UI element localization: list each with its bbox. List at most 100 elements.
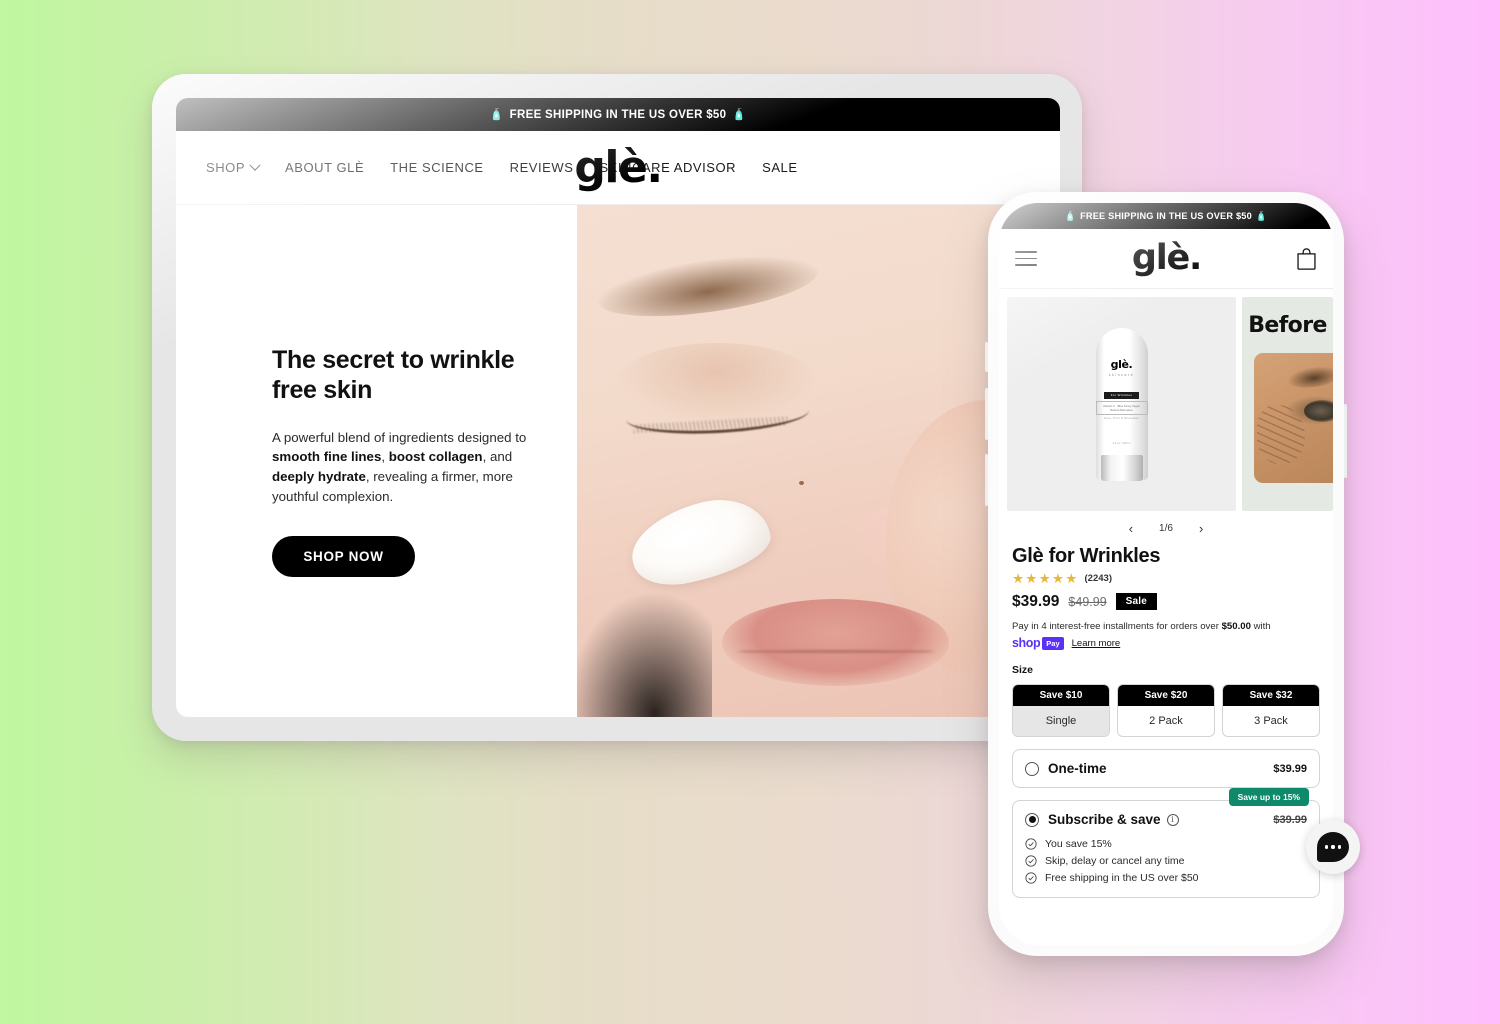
tablet-screen: 🧴 FREE SHIPPING IN THE US OVER $50 🧴 SHO… xyxy=(176,98,1060,717)
size-option-3pack[interactable]: Save $32 3 Pack xyxy=(1222,684,1320,738)
tablet-announcement-bar: 🧴 FREE SHIPPING IN THE US OVER $50 🧴 xyxy=(176,98,1060,131)
hair xyxy=(577,594,713,717)
chat-widget-button[interactable] xyxy=(1306,820,1360,874)
size-option-label: 2 Pack xyxy=(1149,715,1183,728)
purchase-option-onetime[interactable]: One-time $39.99 xyxy=(1012,749,1320,789)
size-save-badge: Save $20 xyxy=(1118,685,1214,707)
tablet-nav-links: SHOP ABOUT GLÈ THE SCIENCE REVIEWS SKINC… xyxy=(206,159,798,175)
nav-item-science[interactable]: THE SCIENCE xyxy=(390,160,483,175)
hero-body-part: A powerful blend of ingredients designed… xyxy=(272,429,527,445)
lips xyxy=(722,599,949,687)
eye xyxy=(1304,399,1333,422)
nav-item-reviews[interactable]: REVIEWS xyxy=(510,160,574,175)
wrinkles xyxy=(1256,405,1306,464)
hero-body-part: , and xyxy=(482,449,513,465)
tablet-navbar: SHOP ABOUT GLÈ THE SCIENCE REVIEWS SKINC… xyxy=(176,131,1060,205)
size-save-badge: Save $32 xyxy=(1223,685,1319,707)
phone-volume-up-button xyxy=(985,388,988,440)
shopping-bag-icon[interactable] xyxy=(1296,247,1317,270)
star-rating-icon: ★★★★★ xyxy=(1012,571,1079,586)
size-save-badge: Save $10 xyxy=(1013,685,1109,707)
tube-subtitle: skincare xyxy=(1108,373,1135,377)
perk-item: Free shipping in the US over $50 xyxy=(1025,869,1307,886)
hero-body-bold: boost collagen xyxy=(388,449,483,465)
tube-ingredients: Vitamin C · Blue Tansy Vegan Retinol Alt… xyxy=(1095,400,1148,416)
info-icon[interactable]: i xyxy=(1166,813,1179,826)
nav-item-shop[interactable]: SHOP xyxy=(206,159,261,175)
tube-cap xyxy=(1100,455,1143,481)
installments-text: Pay in 4 interest-free installments for … xyxy=(1012,620,1320,634)
hamburger-menu-icon[interactable] xyxy=(1015,246,1037,271)
product-gallery: glè. skincare For Wrinkles Vitamin C · B… xyxy=(999,289,1333,511)
nav-item-about[interactable]: ABOUT GLÈ xyxy=(285,160,364,175)
brand-logo[interactable]: glè. xyxy=(1132,241,1203,276)
shop-now-button[interactable]: SHOP NOW xyxy=(272,536,415,578)
hero-body: A powerful blend of ingredients designed… xyxy=(272,428,550,506)
phone-silent-switch xyxy=(985,342,988,372)
lipstick-icon: 🧴 xyxy=(1255,210,1268,221)
installments-amount: $50.00 xyxy=(1221,620,1251,632)
product-title: Glè for Wrinkles xyxy=(1012,545,1161,567)
radio-subscribe[interactable] xyxy=(1025,812,1039,827)
hero-heading: The secret to wrinkle free skin xyxy=(272,345,515,405)
onetime-price: $39.99 xyxy=(1273,762,1307,775)
gallery-slide-product[interactable]: glè. skincare For Wrinkles Vitamin C · B… xyxy=(1007,297,1236,511)
hero-copy: The secret to wrinkle free skin A powerf… xyxy=(176,205,577,717)
learn-more-link[interactable]: Learn more xyxy=(1072,638,1121,649)
tube-claim: Tone, Firm & Smoothen xyxy=(1103,416,1140,420)
phone-volume-down-button xyxy=(985,454,988,506)
shop-pay-logo: shop Pay xyxy=(1012,636,1064,650)
nav-item-sale[interactable]: SALE xyxy=(762,160,797,175)
onetime-row: One-time $39.99 xyxy=(1025,761,1307,776)
phone-device: 🧴 FREE SHIPPING IN THE US OVER $50 🧴 glè… xyxy=(985,192,1360,956)
eyebrow xyxy=(1285,363,1333,391)
installments-part: with xyxy=(1250,620,1271,632)
subscribe-row: Subscribe & save i $39.99 xyxy=(1025,812,1307,827)
carousel-prev-button[interactable]: ‹ xyxy=(1129,522,1133,535)
onetime-label: One-time xyxy=(1048,761,1107,777)
tablet-device: 🧴 FREE SHIPPING IN THE US OVER $50 🧴 SHO… xyxy=(152,74,1082,741)
compare-at-price: $49.99 xyxy=(1068,594,1107,609)
check-circle-icon xyxy=(1025,872,1037,884)
size-option-single[interactable]: Save $10 Single xyxy=(1012,684,1110,738)
chat-bubble-icon xyxy=(1317,832,1349,862)
perk-text: Skip, delay or cancel any time xyxy=(1045,854,1185,867)
product-price-row: $39.99 $49.99 Sale xyxy=(1012,593,1320,611)
size-option-label: Single xyxy=(1013,706,1109,737)
before-eye-photo xyxy=(1254,353,1333,483)
gallery-slide-before[interactable]: Before xyxy=(1242,297,1333,511)
check-circle-icon xyxy=(1025,855,1037,867)
subscribe-label: Subscribe & save xyxy=(1048,812,1161,828)
brand-logo[interactable]: glè. xyxy=(574,142,663,193)
subscribe-price: $39.99 xyxy=(1273,813,1307,826)
tablet-hero-section: The secret to wrinkle free skin A powerf… xyxy=(176,205,1060,717)
size-option-2pack[interactable]: Save $20 2 Pack xyxy=(1117,684,1215,738)
phone-navbar: glè. xyxy=(999,229,1333,289)
product-rating[interactable]: ★★★★★ (2243) xyxy=(1012,572,1320,586)
carousel-next-button[interactable]: › xyxy=(1199,522,1203,535)
phone-announcement-bar: 🧴 FREE SHIPPING IN THE US OVER $50 🧴 xyxy=(999,203,1333,229)
phone-power-button xyxy=(1344,404,1347,478)
hero-body-bold: deeply hydrate xyxy=(272,469,366,484)
product-tube-image: glè. skincare For Wrinkles Vitamin C · B… xyxy=(1095,328,1148,481)
perk-item: You save 15% xyxy=(1025,835,1307,852)
lipstick-icon: 🧴 xyxy=(489,109,504,121)
purchase-option-subscribe[interactable]: Save up to 15% Subscribe & save i $39.99… xyxy=(1012,788,1320,899)
gallery-pagination: ‹ 1/6 › xyxy=(999,511,1333,545)
shop-pay-word: shop xyxy=(1012,636,1041,651)
product-details: Glè for Wrinkles ★★★★★ (2243) $39.99 $49… xyxy=(999,545,1333,899)
chevron-down-icon xyxy=(249,159,261,171)
perk-item: Skip, delay or cancel any time xyxy=(1025,852,1307,869)
subscribe-perks: You save 15% Skip, delay or cancel any t… xyxy=(1025,835,1307,886)
carousel-counter: 1/6 xyxy=(1159,522,1173,534)
phone-screen: 🧴 FREE SHIPPING IN THE US OVER $50 🧴 glè… xyxy=(999,203,1333,945)
hero-body-bold: smooth fine lines xyxy=(272,449,382,465)
tube-brand: glè. xyxy=(1110,358,1133,371)
shop-pay-row: shop Pay Learn more xyxy=(1012,636,1320,650)
mole xyxy=(799,481,805,486)
perk-text: Free shipping in the US over $50 xyxy=(1045,871,1199,884)
radio-onetime[interactable] xyxy=(1025,761,1039,776)
lipstick-icon: 🧴 xyxy=(1064,210,1077,221)
before-label: Before xyxy=(1248,313,1327,338)
nav-label: SHOP xyxy=(206,160,246,175)
